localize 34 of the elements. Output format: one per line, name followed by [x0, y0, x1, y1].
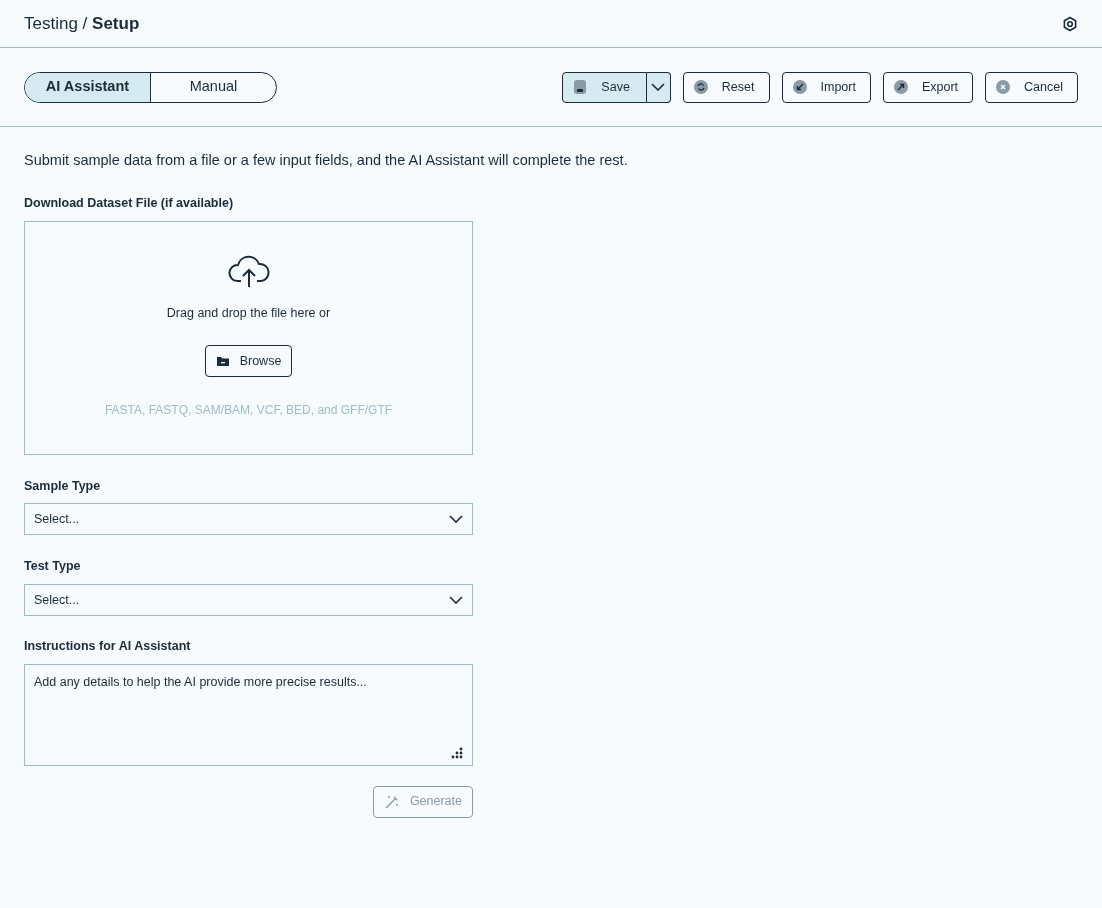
- instructions-field[interactable]: Add any details to help the AI provide more precise results...: [24, 663, 473, 766]
- cloud-upload-icon: [226, 253, 271, 288]
- cancel-button[interactable]: Cancel: [985, 71, 1078, 103]
- formats-hint: FASTA, FASTQ, SAM/BAM, VCF, BED, and GFF/GTF: [104, 402, 393, 420]
- select-field[interactable]: Select...: [24, 503, 473, 536]
- close-icon: [996, 80, 1011, 94]
- mode-tab[interactable]: AI Assistant: [25, 72, 150, 102]
- intro-text: Submit sample data from a file or a few input fields, and the AI Assistant will complete the rest.: [24, 151, 629, 170]
- save-icon: [573, 79, 588, 95]
- mode-tab[interactable]: Manual: [150, 72, 276, 102]
- folder-icon: [215, 355, 230, 368]
- resize-handle-icon[interactable]: [451, 746, 463, 759]
- import-button[interactable]: Import: [781, 71, 871, 103]
- breadcrumb: Testing / Setup: [24, 12, 140, 35]
- settings-icon[interactable]: [1062, 15, 1078, 32]
- drop-zone[interactable]: Drag and drop the file here or Browse FASTA, FASTQ, SAM/BAM, VCF, BED, and GFF/GTF: [24, 220, 473, 455]
- save-button[interactable]: Save: [562, 71, 647, 103]
- arrow-down-left-icon: [792, 80, 807, 94]
- field-label: Instructions for AI Assistant: [24, 638, 192, 655]
- save-menu-button[interactable]: [646, 71, 671, 103]
- export-button[interactable]: Export: [882, 71, 974, 103]
- field-label: Sample Type: [24, 477, 102, 495]
- reset-button[interactable]: Reset: [682, 71, 770, 103]
- arrow-up-right-icon: [893, 80, 908, 94]
- browse-button[interactable]: Browse: [204, 345, 293, 378]
- field-label: Test Type: [24, 558, 82, 576]
- magic-wand-icon: [383, 793, 400, 810]
- select-field[interactable]: Select...: [24, 584, 473, 616]
- refresh-icon: [693, 80, 708, 94]
- chevron-down-icon: [651, 83, 666, 91]
- chevron-down-icon: [449, 596, 463, 604]
- chevron-down-icon: [449, 515, 463, 524]
- drop-prompt: Drag and drop the file here or: [166, 304, 331, 322]
- field-label: Download Dataset File (if available): [24, 194, 235, 212]
